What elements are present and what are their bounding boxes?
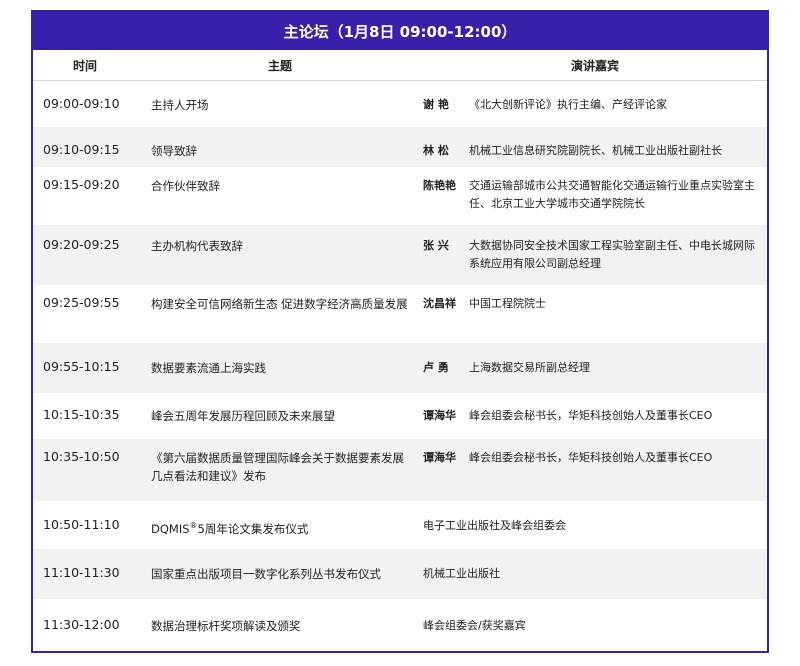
table-header: 时间 主题 演讲嘉宾 bbox=[33, 50, 767, 81]
speaker-role: 机械工业信息研究院副院长、机械工业出版社副社长 bbox=[469, 144, 722, 157]
table-row: 09:15-09:20 合作伙伴致辞 陈艳艳 交通运输部城市公共交通智能化交通运输… bbox=[33, 167, 767, 225]
speaker-role: 《北大创新评论》执行主编、产经评论家 bbox=[469, 98, 667, 111]
registered-mark: ® bbox=[189, 521, 198, 530]
topic-rest: 5周年论文集发布仪式 bbox=[197, 521, 309, 536]
speaker-name: 林 松 bbox=[423, 144, 449, 157]
speaker-name: 谭海华 bbox=[423, 451, 456, 464]
agenda-table: 主论坛（1月8日 09:00-12:00） 时间 主题 演讲嘉宾 09:00-0… bbox=[31, 10, 769, 653]
speaker-name: 谢 艳 bbox=[423, 98, 449, 111]
table-row: 10:35-10:50 《第六届数据质量管理国际峰会关于数据要素发展几点看法和建… bbox=[33, 439, 767, 501]
row-time: 10:35-10:50 bbox=[43, 449, 120, 464]
table-row: 09:20-09:25 主办机构代表致辞 张 兴 大数据协同安全技术国家工程实验室… bbox=[33, 225, 767, 285]
speaker-role: 峰会组委会秘书长，华矩科技创始人及董事长CEO bbox=[469, 451, 713, 464]
speaker-role: 中国工程院院士 bbox=[469, 297, 546, 310]
table-title: 主论坛（1月8日 09:00-12:00） bbox=[33, 12, 767, 50]
speaker-role: 机械工业出版社 bbox=[423, 567, 500, 580]
table-row: 09:00-09:10 主持人开场 谢 艳 《北大创新评论》执行主编、产经评论家 bbox=[33, 81, 767, 127]
row-topic: 峰会五周年发展历程回顾及未来展望 bbox=[151, 409, 335, 423]
row-topic: 《第六届数据质量管理国际峰会关于数据要素发展几点看法和建议》发布 bbox=[151, 451, 404, 483]
row-topic: 主办机构代表致辞 bbox=[151, 239, 243, 253]
speaker-name: 卢 勇 bbox=[423, 361, 449, 374]
row-time: 09:20-09:25 bbox=[43, 237, 120, 252]
row-time: 09:55-10:15 bbox=[43, 359, 120, 374]
table-row: 09:55-10:15 数据要素流通上海实践 卢 勇 上海数据交易所副总经理 bbox=[33, 343, 767, 393]
table-row: 10:50-11:10 DQMIS®5周年论文集发布仪式 电子工业出版社及峰会组… bbox=[33, 501, 767, 549]
speaker-name: 谭海华 bbox=[423, 409, 456, 422]
row-topic: 主持人开场 bbox=[151, 98, 209, 112]
speaker-role: 峰会组委会/获奖嘉宾 bbox=[423, 619, 526, 632]
table-row: 09:10-09:15 领导致辞 林 松 机械工业信息研究院副院长、机械工业出版社… bbox=[33, 127, 767, 167]
row-time: 09:15-09:20 bbox=[43, 177, 120, 192]
row-time: 09:00-09:10 bbox=[43, 96, 120, 111]
speaker-name: 沈昌祥 bbox=[423, 297, 456, 310]
row-time: 09:25-09:55 bbox=[43, 295, 120, 310]
row-time: 09:10-09:15 bbox=[43, 142, 120, 157]
row-time: 10:50-11:10 bbox=[43, 517, 120, 532]
row-topic: 构建安全可信网络新生态 促进数字经济高质量发展 bbox=[151, 297, 408, 311]
speaker-name: 张 兴 bbox=[423, 239, 449, 252]
row-topic: 领导致辞 bbox=[151, 144, 197, 158]
table-row: 11:30-12:00 数据治理标杆奖项解读及颁奖 峰会组委会/获奖嘉宾 bbox=[33, 599, 767, 654]
row-topic: 合作伙伴致辞 bbox=[151, 179, 220, 193]
header-speaker: 演讲嘉宾 bbox=[570, 58, 619, 73]
header-topic: 主题 bbox=[267, 58, 292, 73]
topic-brand: DQMIS bbox=[151, 521, 190, 536]
table-row: 11:10-11:30 国家重点出版项目一数字化系列丛书发布仪式 机械工业出版社 bbox=[33, 549, 767, 599]
speaker-name: 陈艳艳 bbox=[423, 179, 456, 192]
row-topic: DQMIS®5周年论文集发布仪式 bbox=[137, 517, 423, 549]
speaker-role: 电子工业出版社及峰会组委会 bbox=[423, 519, 566, 532]
table-row: 09:25-09:55 构建安全可信网络新生态 促进数字经济高质量发展 沈昌祥中… bbox=[33, 285, 767, 343]
header-time: 时间 bbox=[72, 58, 97, 73]
speaker-role: 大数据协同安全技术国家工程实验室副主任、中电长城网际系统应用有限公司副总经理 bbox=[469, 239, 755, 270]
speaker-role: 峰会组委会秘书长，华矩科技创始人及董事长CEO bbox=[469, 409, 713, 422]
row-topic: 数据要素流通上海实践 bbox=[151, 361, 266, 375]
table-row: 10:15-10:35 峰会五周年发展历程回顾及未来展望 谭海华 峰会组委会秘书长… bbox=[33, 393, 767, 439]
row-topic: 国家重点出版项目一数字化系列丛书发布仪式 bbox=[151, 567, 381, 581]
speaker-role: 上海数据交易所副总经理 bbox=[469, 361, 590, 374]
row-time: 11:30-12:00 bbox=[43, 617, 120, 632]
speaker-role: 交通运输部城市公共交通智能化交通运输行业重点实验室主任、北京工业大学城市交通学院… bbox=[469, 179, 755, 210]
row-time: 11:10-11:30 bbox=[43, 565, 120, 580]
row-time: 10:15-10:35 bbox=[43, 407, 120, 422]
row-topic: 数据治理标杆奖项解读及颁奖 bbox=[151, 619, 301, 633]
